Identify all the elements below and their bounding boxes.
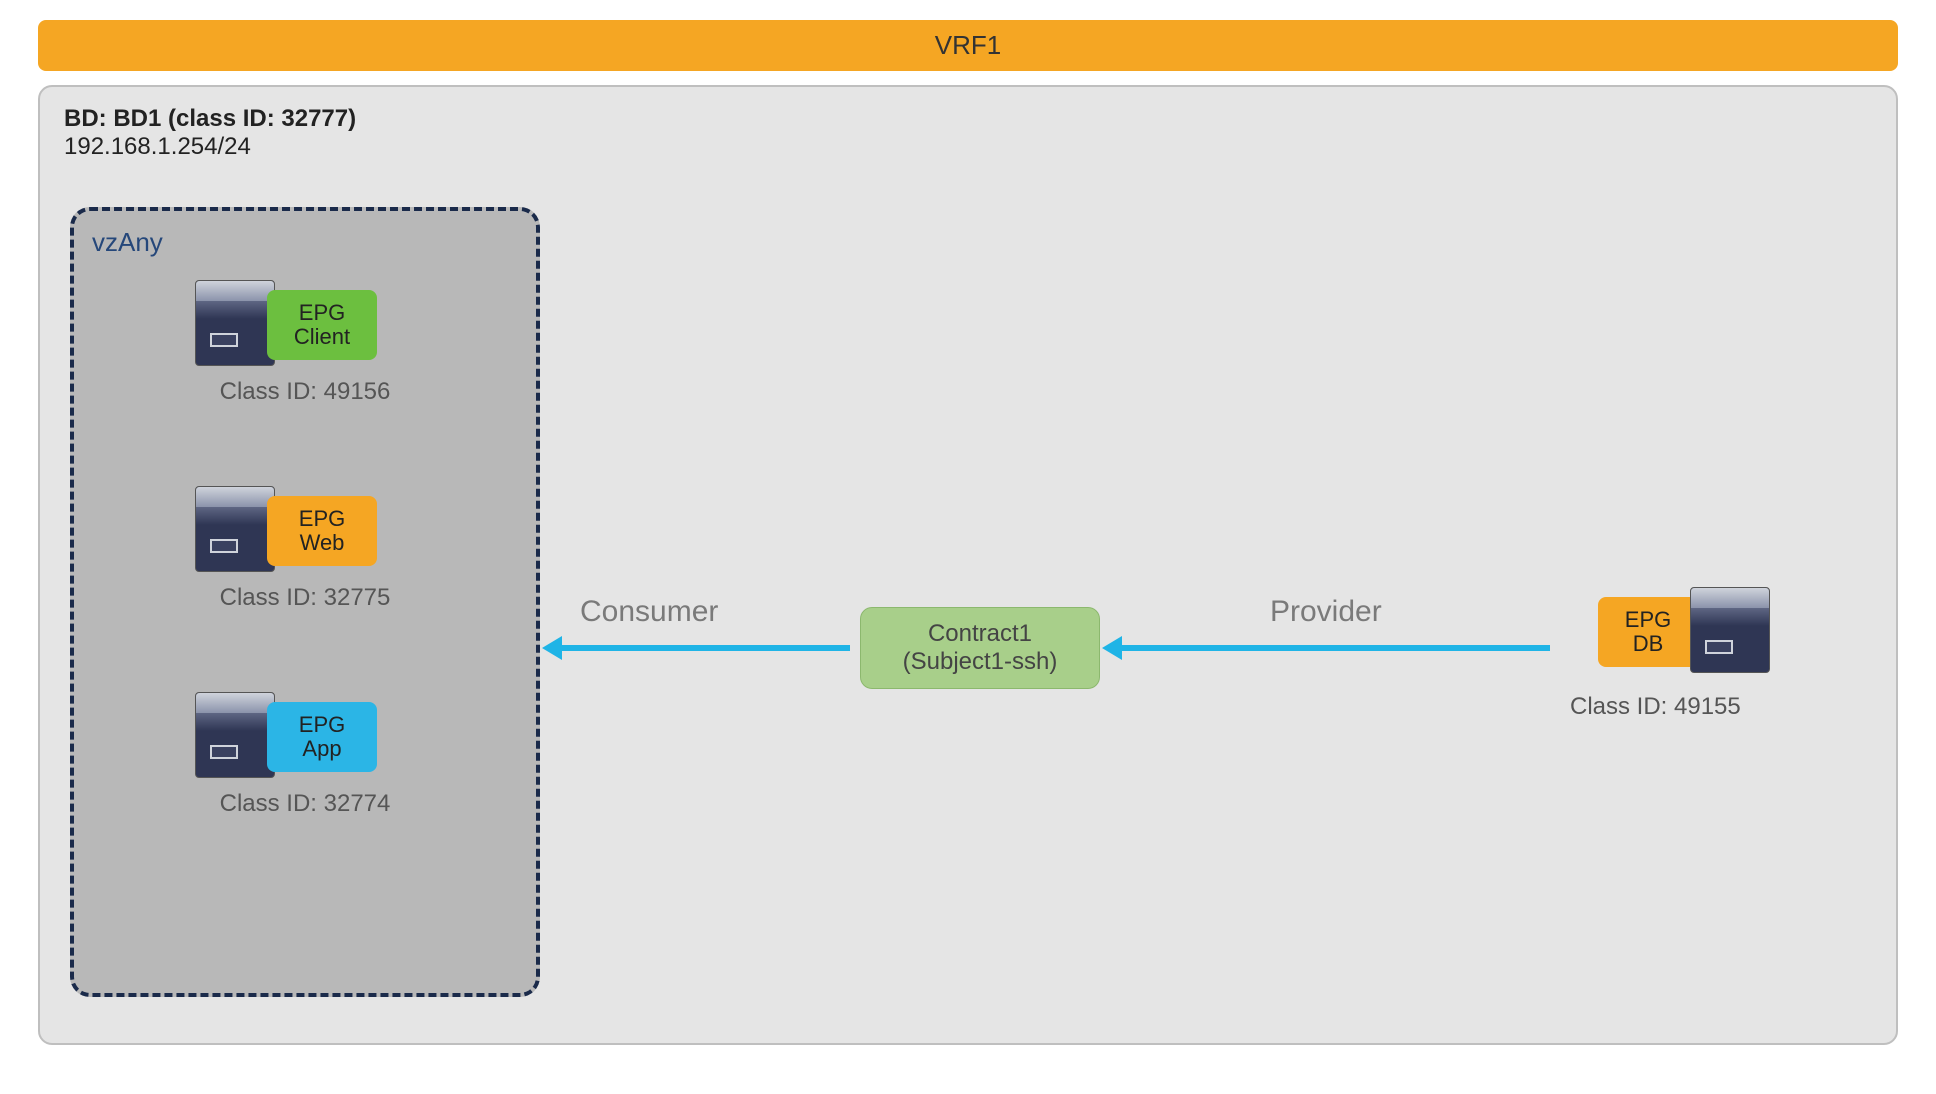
consumer-arrow-icon xyxy=(560,645,850,651)
vzany-group: vzAny EPG Client Class ID: 49156 EPG Web… xyxy=(70,207,540,997)
epg-web-class-id: Class ID: 32775 xyxy=(92,584,518,612)
epg-line1: EPG xyxy=(299,713,345,737)
epg-client-tag: EPG Client xyxy=(267,290,377,360)
epg-web-group: EPG Web Class ID: 32775 xyxy=(92,486,518,612)
vzany-label: vzAny xyxy=(92,227,518,258)
bd-container: BD: BD1 (class ID: 32777) 192.168.1.254/… xyxy=(38,85,1898,1045)
epg-db-tag: EPG DB xyxy=(1598,597,1698,667)
epg-app-class-id: Class ID: 32774 xyxy=(92,790,518,818)
contract-box: Contract1 (Subject1-ssh) xyxy=(860,607,1100,689)
epg-app-tag: EPG App xyxy=(267,702,377,772)
server-icon xyxy=(195,280,275,366)
contract-name: Contract1 xyxy=(928,620,1032,648)
consumer-label: Consumer xyxy=(580,595,718,629)
server-icon xyxy=(195,692,275,778)
bd-subnet: 192.168.1.254/24 xyxy=(64,133,1872,161)
vrf-header: VRF1 xyxy=(38,20,1898,71)
epg-line1: EPG xyxy=(299,507,345,531)
bd-title: BD: BD1 (class ID: 32777) xyxy=(64,105,1872,133)
server-icon xyxy=(1690,587,1770,673)
provider-label: Provider xyxy=(1270,595,1382,629)
epg-line1: EPG xyxy=(299,301,345,325)
epg-line1: EPG xyxy=(1625,608,1671,632)
epg-db-class-id: Class ID: 49155 xyxy=(1570,693,1741,721)
epg-line2: Client xyxy=(294,325,350,349)
contract-subject: (Subject1-ssh) xyxy=(903,648,1058,676)
provider-arrow-icon xyxy=(1120,645,1550,651)
epg-client-class-id: Class ID: 49156 xyxy=(92,378,518,406)
epg-line2: DB xyxy=(1633,632,1664,656)
epg-line2: App xyxy=(302,737,341,761)
epg-client-group: EPG Client Class ID: 49156 xyxy=(92,280,518,406)
server-icon xyxy=(195,486,275,572)
epg-line2: Web xyxy=(300,531,345,555)
epg-db-group: EPG DB xyxy=(1580,587,1800,707)
epg-web-tag: EPG Web xyxy=(267,496,377,566)
epg-app-group: EPG App Class ID: 32774 xyxy=(92,692,518,818)
